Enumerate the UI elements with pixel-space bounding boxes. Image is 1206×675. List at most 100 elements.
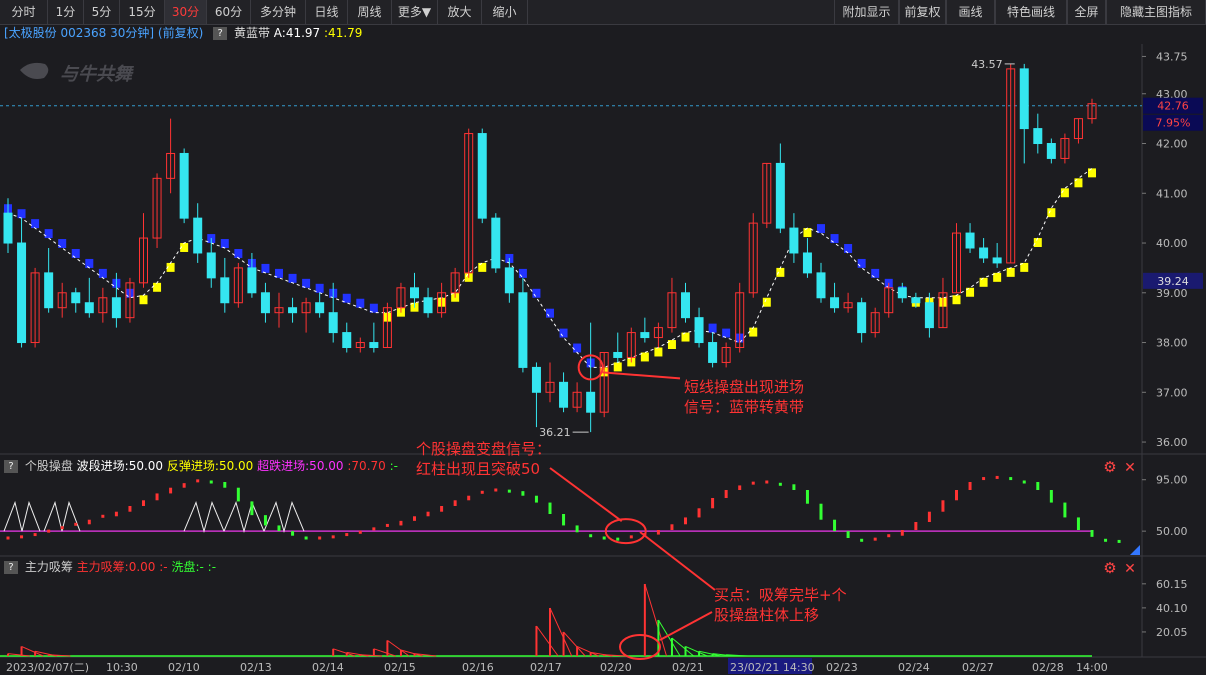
sub1-bar <box>738 485 742 490</box>
sub2-decay-line <box>536 625 559 657</box>
sub1-bar <box>656 530 660 535</box>
sub1-bar <box>263 515 267 526</box>
band-segment <box>1006 267 1015 277</box>
close-icon: ✕ <box>1124 460 1136 476</box>
sub1-bar <box>155 493 159 501</box>
candle-body <box>328 312 338 334</box>
kline-chart[interactable]: 与牛共舞43.7543.0042.0041.0040.0039.0038.003… <box>0 0 1206 675</box>
y-tick-label: 41.00 <box>1156 187 1188 200</box>
sub1-bar <box>114 511 118 517</box>
band-segment <box>762 297 771 307</box>
sub1-bar <box>6 536 10 540</box>
sub1-bar <box>819 503 823 520</box>
sub1-bar <box>711 498 715 509</box>
band-segment <box>139 295 148 305</box>
candle-body <box>315 302 325 314</box>
y-tick-label: 37.00 <box>1156 386 1188 399</box>
x-tick-label: 02/27 <box>962 661 994 674</box>
band-segment <box>261 263 270 273</box>
sub-signal-pointer <box>549 467 623 522</box>
band-segment <box>478 262 487 272</box>
band-segment <box>1047 208 1056 218</box>
band-segment <box>153 282 162 292</box>
band-segment <box>220 239 229 248</box>
candle-body <box>260 292 270 314</box>
candle-body <box>84 302 94 314</box>
sub1-bar <box>521 491 525 496</box>
x-tick-label: 02/14 <box>312 661 344 674</box>
sub1-bar <box>440 506 444 512</box>
y-tick-label: 43.75 <box>1156 50 1188 63</box>
band-segment <box>1088 168 1096 178</box>
sub1-bar <box>548 502 552 514</box>
sub1-bar <box>805 490 809 504</box>
x-tick-label: 10:30 <box>106 661 138 674</box>
sub1-bar <box>20 535 24 539</box>
sub1-bar <box>182 483 186 488</box>
band-segment <box>776 267 785 277</box>
x-tick-label: 02/16 <box>462 661 494 674</box>
candle-body <box>694 317 704 344</box>
candle-body <box>924 302 934 329</box>
x-tick-label: 14:00 <box>1076 661 1108 674</box>
candle-body <box>3 212 13 244</box>
candle-body <box>179 152 189 219</box>
sub1-bar <box>900 530 904 536</box>
band-segment <box>288 273 297 283</box>
candle-body <box>586 391 596 413</box>
x-tick-label: 02/20 <box>600 661 632 674</box>
band-segment <box>654 347 663 357</box>
buy-pointer-top <box>639 531 716 591</box>
sub1-bar <box>372 527 376 531</box>
candle-body <box>640 332 650 339</box>
candle-body <box>1033 128 1043 145</box>
sub1-bar <box>778 482 782 486</box>
candle-body <box>857 302 867 334</box>
candle-body <box>369 342 379 349</box>
y-tick-label: 38.00 <box>1156 337 1188 350</box>
x-tick-label: 2023/02/07(二) <box>6 661 89 674</box>
sub1-bar <box>1090 530 1094 537</box>
sub1-bar <box>33 533 37 537</box>
sub1-bar <box>589 534 593 538</box>
candle-body <box>477 133 487 219</box>
sub1-bar <box>670 524 674 530</box>
sub1-bar <box>927 511 931 522</box>
sub1-bar <box>74 522 78 526</box>
sub2-decay-line <box>685 645 708 657</box>
sub1-bar <box>995 475 999 479</box>
annotation-buy-1: 买点：吸筹完毕+个 <box>714 586 847 604</box>
sub1-bar <box>318 536 322 540</box>
candle-body <box>681 292 690 319</box>
candle-body <box>830 297 840 309</box>
sub1-bar <box>887 534 891 538</box>
candle-body <box>193 217 203 254</box>
sub1-bar <box>629 535 633 539</box>
band-segment <box>857 258 866 268</box>
zigzag-mark <box>223 501 265 533</box>
band-segment <box>559 328 568 338</box>
sub1-bar <box>480 490 484 494</box>
sub1-bar <box>873 537 877 541</box>
sub1-bar <box>291 531 295 536</box>
candle-body <box>518 292 528 368</box>
corner-marker-icon <box>1130 545 1140 555</box>
x-tick-label: 02/21 <box>672 661 704 674</box>
sub1-bar <box>1049 490 1053 503</box>
candle-body <box>44 272 54 309</box>
sub2-decay-line <box>644 583 668 657</box>
candle-body <box>559 381 569 408</box>
candle-body <box>965 232 975 249</box>
sub1-bar <box>60 526 64 530</box>
close-icon: ✕ <box>1124 561 1136 577</box>
x-tick-label: 23/02/21 14:30 <box>730 661 815 674</box>
watermark-bull-icon <box>20 62 49 79</box>
annotation-sub-1: 个股操盘变盘信号： <box>416 440 551 458</box>
sub1-bar <box>1063 502 1067 518</box>
signal-pointer <box>602 371 681 380</box>
level-label: 39.24 <box>1157 275 1189 288</box>
candle-body <box>992 257 1002 264</box>
y-tick-label: 42.00 <box>1156 138 1188 151</box>
candle-body <box>789 227 799 254</box>
band-segment <box>871 268 880 278</box>
